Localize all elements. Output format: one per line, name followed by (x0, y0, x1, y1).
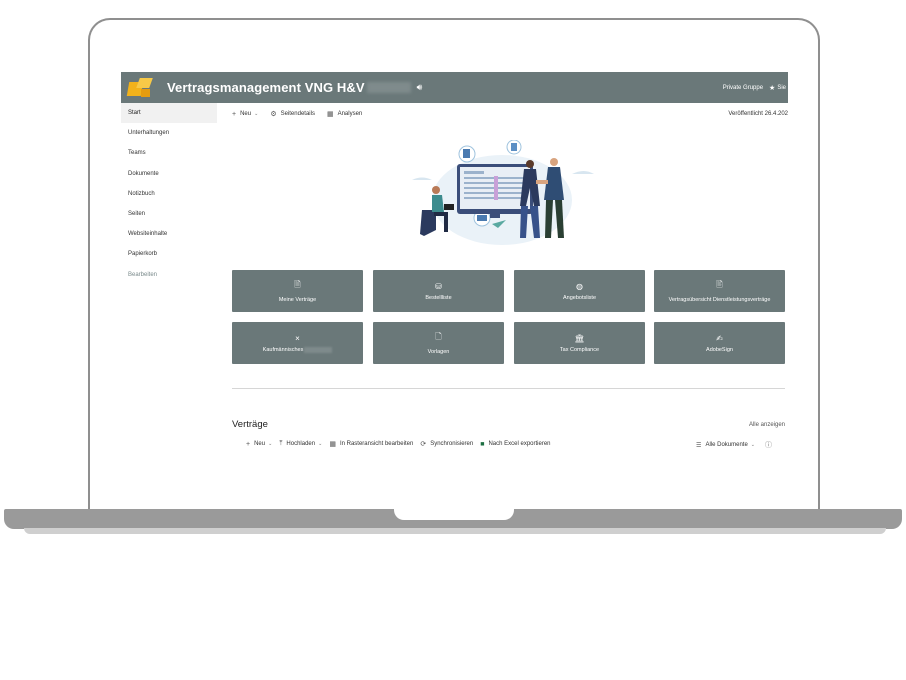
laptop-notch (394, 509, 514, 520)
chevron-down-icon: ⌄ (254, 111, 259, 117)
page-details-label: Seitendetails (280, 111, 315, 117)
signature-icon: ✍︎ (716, 333, 723, 343)
sync-label: Synchronisieren (430, 441, 474, 447)
site-title[interactable]: Vertragsmanagement VNG H&V (167, 80, 365, 95)
sharepoint-screen: Vertragsmanagement VNG H&V 🔊︎ Private Gr… (121, 72, 788, 454)
sidebar-item-site-contents[interactable]: Websiteinhalte (121, 224, 217, 244)
sidebar-item-documents[interactable]: Dokumente (121, 164, 217, 184)
grid-edit-button[interactable]: ▦ In Rasteransicht bearbeiten (329, 440, 413, 448)
tile-templates[interactable]: 🗋︎ Vorlagen (373, 322, 504, 364)
chevron-down-icon: ⌄ (750, 442, 755, 448)
bank-icon: 🏛︎ (574, 333, 585, 343)
view-label: Alle Dokumente (705, 442, 748, 448)
redacted-title-part (366, 82, 411, 93)
tile-label: Meine Verträge (278, 297, 317, 303)
sidebar-item-notebook[interactable]: Notizbuch (121, 184, 217, 204)
speaker-icon[interactable]: 🔊︎ (417, 82, 423, 93)
laptop-base-shadow (24, 528, 886, 534)
library-new-label: Neu (254, 441, 266, 447)
library-new-button[interactable]: + Neu ⌄ (246, 441, 272, 448)
tile-tax-compliance[interactable]: 🏛︎ Tax Compliance (514, 322, 645, 364)
sidebar-item-pages[interactable]: Seiten (121, 204, 217, 224)
export-excel-label: Nach Excel exportieren (488, 441, 551, 447)
tile-order-list[interactable]: ⛁ Bestellliste (373, 270, 504, 312)
star-icon[interactable]: ★ (769, 84, 775, 92)
list-view-icon: ☰ (696, 442, 702, 449)
follow-button[interactable]: Sie (777, 85, 786, 91)
page-command-bar: + Neu ⌄ ⚙ Seitendetails ▦ Analysen (232, 107, 374, 121)
tile-adobesign[interactable]: ✍︎ AdobeSign (654, 322, 785, 364)
laptop-mockup: Vertragsmanagement VNG H&V 🔊︎ Private Gr… (0, 0, 906, 680)
tile-label: Vorlagen (427, 349, 450, 355)
document-icon: 🗎︎ (294, 280, 301, 289)
tile-service-contracts[interactable]: 🖹︎ Vertragsübersicht Dienstleistungsvert… (654, 270, 785, 312)
tile-label: AdobeSign (706, 346, 733, 353)
tile-label: Angebotsliste (562, 294, 597, 301)
sidebar-item-conversations[interactable]: Unterhaltungen (121, 123, 217, 143)
site-navigation: Start Unterhaltungen Teams Dokumente Not… (121, 103, 217, 454)
tile-offer-list[interactable]: ◍ Angebotsliste (514, 270, 645, 312)
upload-label: Hochladen (286, 441, 316, 447)
site-logo[interactable] (126, 77, 158, 99)
plus-icon: + (246, 440, 251, 448)
page-content: + Neu ⌄ ⚙ Seitendetails ▦ Analysen Veröf… (217, 103, 788, 454)
upload-button[interactable]: ⤒ Hochladen ⌄ (279, 440, 322, 448)
gear-icon: ⚙ (270, 111, 277, 118)
section-divider (232, 388, 785, 389)
plus-icon: + (232, 110, 237, 118)
redacted-text (304, 346, 333, 353)
close-icon: × (295, 333, 300, 343)
show-all-link[interactable]: Alle anzeigen (749, 422, 785, 428)
chevron-down-icon: ⌄ (318, 441, 323, 447)
chevron-down-icon: ⌄ (268, 441, 273, 447)
sidebar-item-teams[interactable]: Teams (121, 143, 217, 163)
info-icon[interactable]: ⓘ (765, 440, 772, 450)
export-excel-button[interactable]: ■ Nach Excel exportieren (480, 441, 550, 448)
view-selector[interactable]: ☰ Alle Dokumente ⌄ ⓘ (696, 440, 772, 450)
tile-my-contracts[interactable]: 🗎︎ Meine Verträge (232, 270, 363, 312)
globe-icon: ◍ (576, 281, 583, 291)
tile-label: Tax Compliance (559, 346, 600, 353)
published-status: Veröffentlicht 26.4.202 (728, 111, 788, 117)
blank-page-icon: 🗋︎ (435, 332, 442, 341)
sidebar-edit-link[interactable]: Bearbeiten (121, 265, 217, 285)
new-label: Neu (240, 111, 252, 117)
sidebar-item-recycle-bin[interactable]: Papierkorb (121, 244, 217, 264)
upload-icon: ⤒ (279, 440, 283, 447)
tile-label: Bestellliste (425, 294, 452, 301)
analytics-button[interactable]: ▦ Analysen (327, 110, 362, 118)
sync-button[interactable]: ⟳ Synchronisieren (420, 440, 473, 448)
tile-commercial[interactable]: × Kaufmännisches (232, 322, 363, 364)
hero-illustration (412, 140, 594, 245)
new-button[interactable]: + Neu ⌄ (232, 111, 258, 118)
library-title[interactable]: Verträge (232, 419, 268, 430)
tile-label: Kaufmännisches (262, 346, 304, 353)
excel-icon: ■ (480, 440, 485, 448)
library-command-bar: + Neu ⌄ ⤒ Hochladen ⌄ ▦ In Rasteransicht… (246, 440, 558, 448)
sync-icon: ⟳ (420, 441, 427, 448)
tile-label: Vertragsübersicht Dienstleistungsverträg… (668, 297, 771, 303)
chart-icon: ▦ (326, 111, 334, 118)
analytics-label: Analysen (337, 111, 363, 117)
group-privacy-label: Private Gruppe (722, 84, 764, 91)
site-header: Vertragsmanagement VNG H&V 🔊︎ Private Gr… (121, 72, 788, 103)
edit-document-icon: 🖹︎ (716, 280, 723, 289)
grid-edit-label: In Rasteransicht bearbeiten (339, 441, 414, 447)
shopping-bag-icon: ⛁ (435, 281, 442, 291)
sidebar-item-start[interactable]: Start (121, 103, 217, 124)
page-details-button[interactable]: ⚙ Seitendetails (270, 110, 315, 118)
grid-icon: ▦ (329, 441, 336, 448)
